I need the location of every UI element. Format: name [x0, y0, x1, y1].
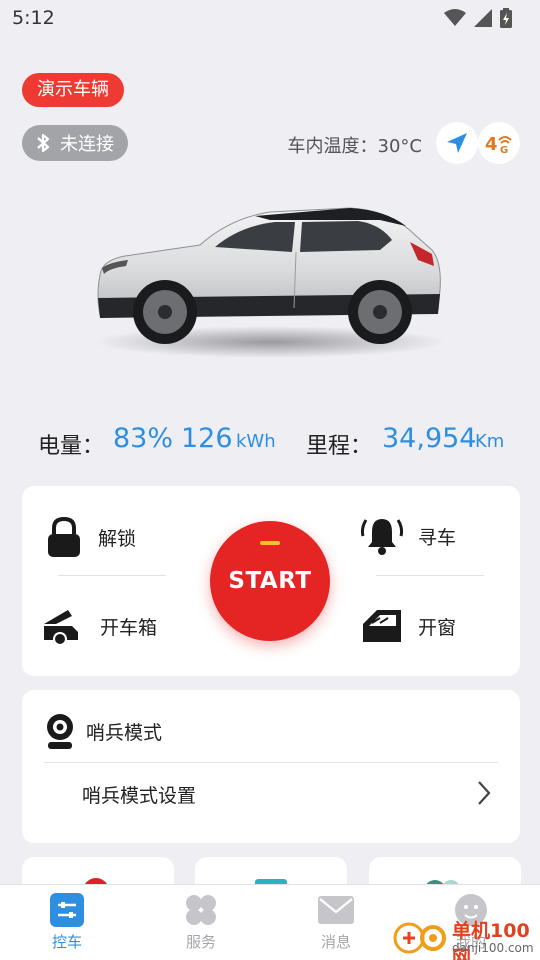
- car-image: [80, 190, 460, 380]
- status-time: 5:12: [12, 7, 55, 29]
- network-4g-button[interactable]: 4 G: [478, 122, 520, 164]
- battery-icon: [500, 8, 512, 28]
- battery-kwh: 126: [181, 423, 233, 454]
- clover-icon: [186, 895, 216, 925]
- start-indicator-light: [260, 541, 280, 545]
- cabin-temperature: 车内温度：30°C: [287, 136, 422, 157]
- bluetooth-status-label: 未连接: [60, 134, 114, 155]
- tab-messages-label: 消息: [320, 933, 351, 951]
- chevron-right-icon[interactable]: [476, 780, 492, 806]
- vehicle-control-card: 解锁 开车箱 START 寻车 开窗: [22, 486, 520, 676]
- divider: [44, 762, 498, 763]
- car-window-icon: [363, 610, 401, 642]
- wifi-icon: [444, 9, 466, 26]
- sliders-icon: [50, 893, 84, 927]
- tab-control[interactable]: 控车: [27, 893, 107, 952]
- watermark: 单机100网 danji100.com: [392, 914, 540, 960]
- open-window-label: 开窗: [418, 616, 457, 639]
- vehicle-stats: 电量： 83% 126 kWh 里程： 34,954 Km: [0, 422, 540, 462]
- unlock-label: 解锁: [98, 527, 137, 550]
- 4g-signal-icon: 4 G: [485, 134, 512, 155]
- start-engine-button[interactable]: START: [210, 521, 330, 641]
- watermark-logo-icon: [393, 922, 446, 954]
- divider: [58, 575, 166, 576]
- sentry-mode-card: 哨兵模式 哨兵模式设置: [22, 690, 520, 843]
- svg-text:G: G: [500, 145, 508, 155]
- battery-percent: 83%: [113, 423, 174, 454]
- lock-icon: [48, 516, 80, 557]
- location-button[interactable]: [436, 122, 478, 164]
- feature-icon: [83, 878, 109, 904]
- tab-service-label: 服务: [185, 933, 216, 951]
- tab-control-label: 控车: [51, 933, 82, 951]
- battery-label: 电量：: [38, 434, 105, 459]
- tab-messages[interactable]: 消息: [296, 893, 376, 952]
- divider: [376, 575, 484, 576]
- sentry-mode-header: 哨兵模式: [44, 712, 162, 750]
- car-trunk-icon: [44, 610, 78, 646]
- navigation-arrow-icon: [447, 133, 467, 153]
- battery-unit: kWh: [236, 431, 276, 452]
- find-car-label: 寻车: [418, 526, 457, 549]
- unlock-button[interactable]: 解锁: [44, 516, 136, 558]
- bluetooth-status-button[interactable]: 未连接: [22, 125, 128, 161]
- mileage-value: 34,954: [382, 423, 477, 454]
- feature-icon: [255, 879, 287, 891]
- bell-icon: [360, 519, 404, 555]
- svg-text:4: 4: [485, 134, 498, 155]
- open-trunk-label: 开车箱: [100, 616, 158, 639]
- mileage-unit: Km: [475, 431, 505, 452]
- watermark-url: danji100.com: [452, 941, 534, 955]
- start-label: START: [228, 568, 312, 594]
- feature-icon: [424, 880, 460, 902]
- status-bar: 5:12: [0, 0, 540, 36]
- status-icons: [444, 8, 512, 28]
- webcam-icon: [47, 714, 73, 749]
- demo-vehicle-badge: 演示车辆: [22, 73, 124, 107]
- mileage-label: 里程：: [306, 434, 373, 459]
- open-trunk-button[interactable]: 开车箱: [42, 606, 157, 646]
- tab-service[interactable]: 服务: [161, 893, 241, 952]
- bluetooth-icon: [37, 133, 50, 153]
- open-window-button[interactable]: 开窗: [360, 606, 456, 646]
- sentry-mode-settings-link[interactable]: 哨兵模式设置: [82, 781, 196, 808]
- sentry-mode-title: 哨兵模式: [86, 721, 163, 744]
- signal-icon: [474, 9, 492, 27]
- find-car-button[interactable]: 寻车: [360, 514, 456, 558]
- mail-icon: [318, 896, 354, 924]
